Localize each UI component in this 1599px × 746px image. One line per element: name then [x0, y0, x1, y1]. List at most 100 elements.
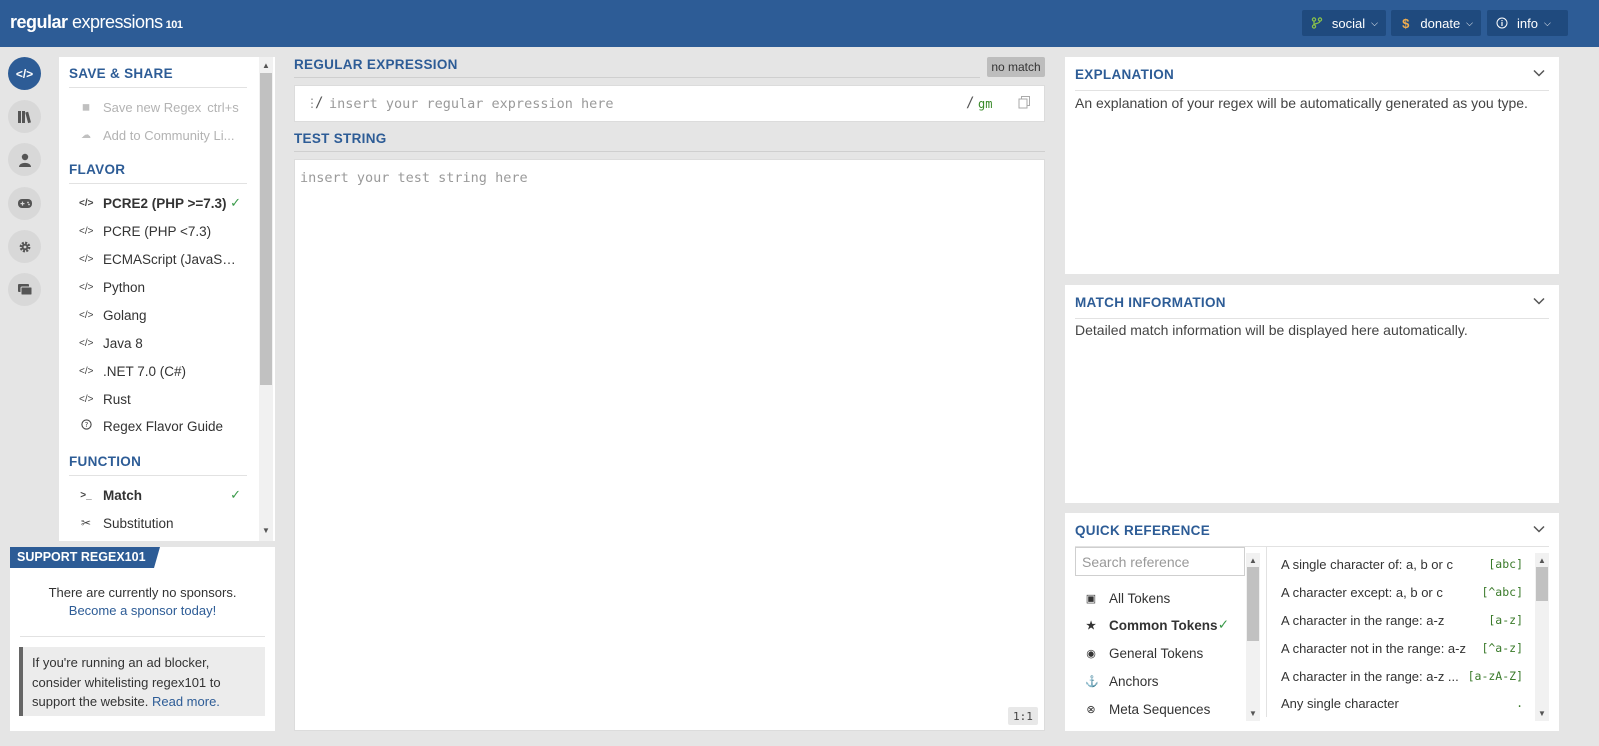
no-sponsors-text: There are currently no sponsors. [48, 585, 237, 600]
ref-category-meta[interactable]: ⊗ Meta Sequences [1085, 699, 1245, 719]
copy-icon[interactable] [1018, 96, 1032, 110]
star-icon: ★ [1086, 619, 1096, 632]
ref-category-all[interactable]: ▣ All Tokens [1085, 588, 1245, 608]
reference-row[interactable]: A character in the range: a-z ... [a-zA-… [1281, 666, 1523, 686]
reference-desc: A single character of: a, b or c [1281, 556, 1453, 572]
donate-label: donate [1420, 15, 1461, 31]
flavor-java8[interactable]: </> Java 8 [79, 333, 249, 353]
regex-editor-button[interactable]: </> [8, 57, 41, 90]
flavor-golang[interactable]: </> Golang [79, 305, 249, 325]
regex-flags-button[interactable]: gm [978, 97, 992, 111]
scroll-up-icon[interactable]: ▲ [1246, 553, 1260, 567]
scroll-up-icon[interactable]: ▲ [259, 58, 273, 72]
scroll-thumb[interactable] [1247, 567, 1259, 641]
flavor-label: Java 8 [103, 335, 143, 351]
info-label: info [1517, 15, 1538, 31]
donate-button[interactable]: $ donate ⌵ [1391, 10, 1481, 36]
reference-desc: A character except: a, b or c [1281, 584, 1443, 600]
function-label: Match [103, 487, 143, 503]
scroll-down-icon[interactable]: ▼ [1246, 706, 1260, 720]
account-button[interactable] [8, 143, 41, 176]
flavor-guide-link[interactable]: ? Regex Flavor Guide [79, 416, 249, 436]
regex-delimiter-close: / [966, 95, 975, 111]
test-string-title: TEST STRING [294, 131, 387, 146]
flavor-label: Rust [103, 391, 131, 407]
flavor-pcre2[interactable]: </> PCRE2 (PHP >=7.3) ✓ [79, 193, 249, 213]
flavor-python[interactable]: </> Python [79, 277, 249, 297]
function-substitution[interactable]: ✂ Substitution [79, 513, 249, 533]
divider [294, 151, 1045, 152]
info-button[interactable]: info ⌵ [1487, 10, 1568, 36]
match-status-badge: no match [987, 57, 1045, 77]
chevron-down-icon: ⌵ [1466, 17, 1473, 28]
icon-rail: </> [0, 47, 49, 541]
ref-category-general[interactable]: ◉ General Tokens [1085, 643, 1245, 663]
flavor-pcre[interactable]: </> PCRE (PHP <7.3) [79, 221, 249, 241]
chat-button[interactable] [8, 273, 41, 306]
code-icon: </> [79, 365, 94, 377]
flavor-label: PCRE (PHP <7.3) [103, 223, 212, 239]
settings-button[interactable] [8, 230, 41, 263]
library-button[interactable] [8, 100, 41, 133]
quick-reference-title: QUICK REFERENCE [1075, 523, 1211, 538]
scroll-down-icon[interactable]: ▼ [259, 523, 273, 537]
chevron-down-icon: ⌵ [1543, 17, 1551, 28]
test-string-input[interactable]: insert your test string here 1:1 [294, 159, 1045, 731]
regex-input[interactable]: ⋮ / insert your regular expression here … [294, 85, 1045, 122]
scroll-thumb[interactable] [1536, 567, 1548, 601]
check-icon: ✓ [230, 487, 241, 502]
code-icon: </> [79, 253, 94, 265]
library-icon [17, 110, 31, 123]
save-regex-button[interactable]: ◼ Save new Regex ctrl+s [79, 97, 249, 117]
support-panel: SUPPORT REGEX101 There are currently no … [10, 547, 275, 731]
category-scrollbar[interactable]: ▲ ▼ [1246, 553, 1260, 721]
save-icon: ◼ [81, 101, 91, 113]
logo-rest: expressions [67, 12, 163, 32]
scroll-thumb[interactable] [260, 73, 272, 385]
quick-reference-panel: QUICK REFERENCE Search reference ▣ All T… [1065, 513, 1559, 731]
divider [1075, 90, 1549, 91]
divider [69, 87, 247, 88]
reference-scrollbar[interactable]: ▲ ▼ [1535, 553, 1549, 721]
category-label: General Tokens [1109, 645, 1204, 661]
logo[interactable]: regular expressions 101 [10, 12, 183, 33]
flavor-dotnet[interactable]: </> .NET 7.0 (C#) [79, 361, 249, 381]
flavor-label: Golang [103, 307, 147, 323]
reference-row[interactable]: A character in the range: a-z [a-z] [1281, 610, 1523, 630]
reference-row[interactable]: A character not in the range: a-z [^a-z] [1281, 638, 1523, 658]
function-match[interactable]: >_ Match ✓ [79, 485, 249, 505]
save-share-title: SAVE & SHARE [69, 66, 173, 81]
read-more-link[interactable]: Read more. [152, 694, 220, 709]
social-label: social [1331, 15, 1366, 31]
terminal-icon: >_ [80, 489, 92, 501]
code-icon: </> [79, 393, 94, 405]
flavor-title: FLAVOR [69, 162, 126, 177]
flavor-rust[interactable]: </> Rust [79, 389, 249, 409]
chevron-down-icon[interactable] [1533, 67, 1545, 79]
scroll-up-icon[interactable]: ▲ [1535, 553, 1549, 567]
category-label: Anchors [1109, 673, 1159, 689]
reference-row[interactable]: A single character of: a, b or c [abc] [1281, 554, 1523, 574]
scroll-down-icon[interactable]: ▼ [1535, 706, 1549, 720]
svg-text:?: ? [84, 421, 88, 429]
ref-category-anchors[interactable]: ⚓ Anchors [1085, 671, 1245, 691]
ref-category-common[interactable]: ★ Common Tokens ✓ [1085, 615, 1245, 635]
app-header: regular expressions 101 social ⌵ $ donate… [0, 0, 1599, 47]
category-label: All Tokens [1109, 590, 1171, 606]
reference-row[interactable]: Any single character . [1281, 693, 1523, 713]
dollar-icon: $ [1402, 15, 1410, 31]
quiz-button[interactable] [8, 187, 41, 220]
function-label: Substitution [103, 515, 174, 531]
chevron-down-icon[interactable] [1533, 295, 1545, 307]
divider [1075, 318, 1549, 319]
reference-row[interactable]: A character except: a, b or c [^abc] [1281, 582, 1523, 602]
reference-code: [a-z] [1488, 613, 1523, 627]
add-community-button[interactable]: ☁ Add to Community Li... [79, 125, 249, 145]
chevron-down-icon[interactable] [1533, 523, 1545, 535]
reference-code: . [1516, 696, 1523, 710]
become-sponsor-link[interactable]: Become a sponsor today! [10, 603, 275, 618]
left-scrollbar[interactable]: ▲ ▼ [259, 57, 273, 541]
social-button[interactable]: social ⌵ [1302, 10, 1386, 36]
flavor-ecmascript[interactable]: </> ECMAScript (JavaScript) [79, 249, 249, 269]
reference-search-input[interactable]: Search reference [1075, 547, 1245, 576]
